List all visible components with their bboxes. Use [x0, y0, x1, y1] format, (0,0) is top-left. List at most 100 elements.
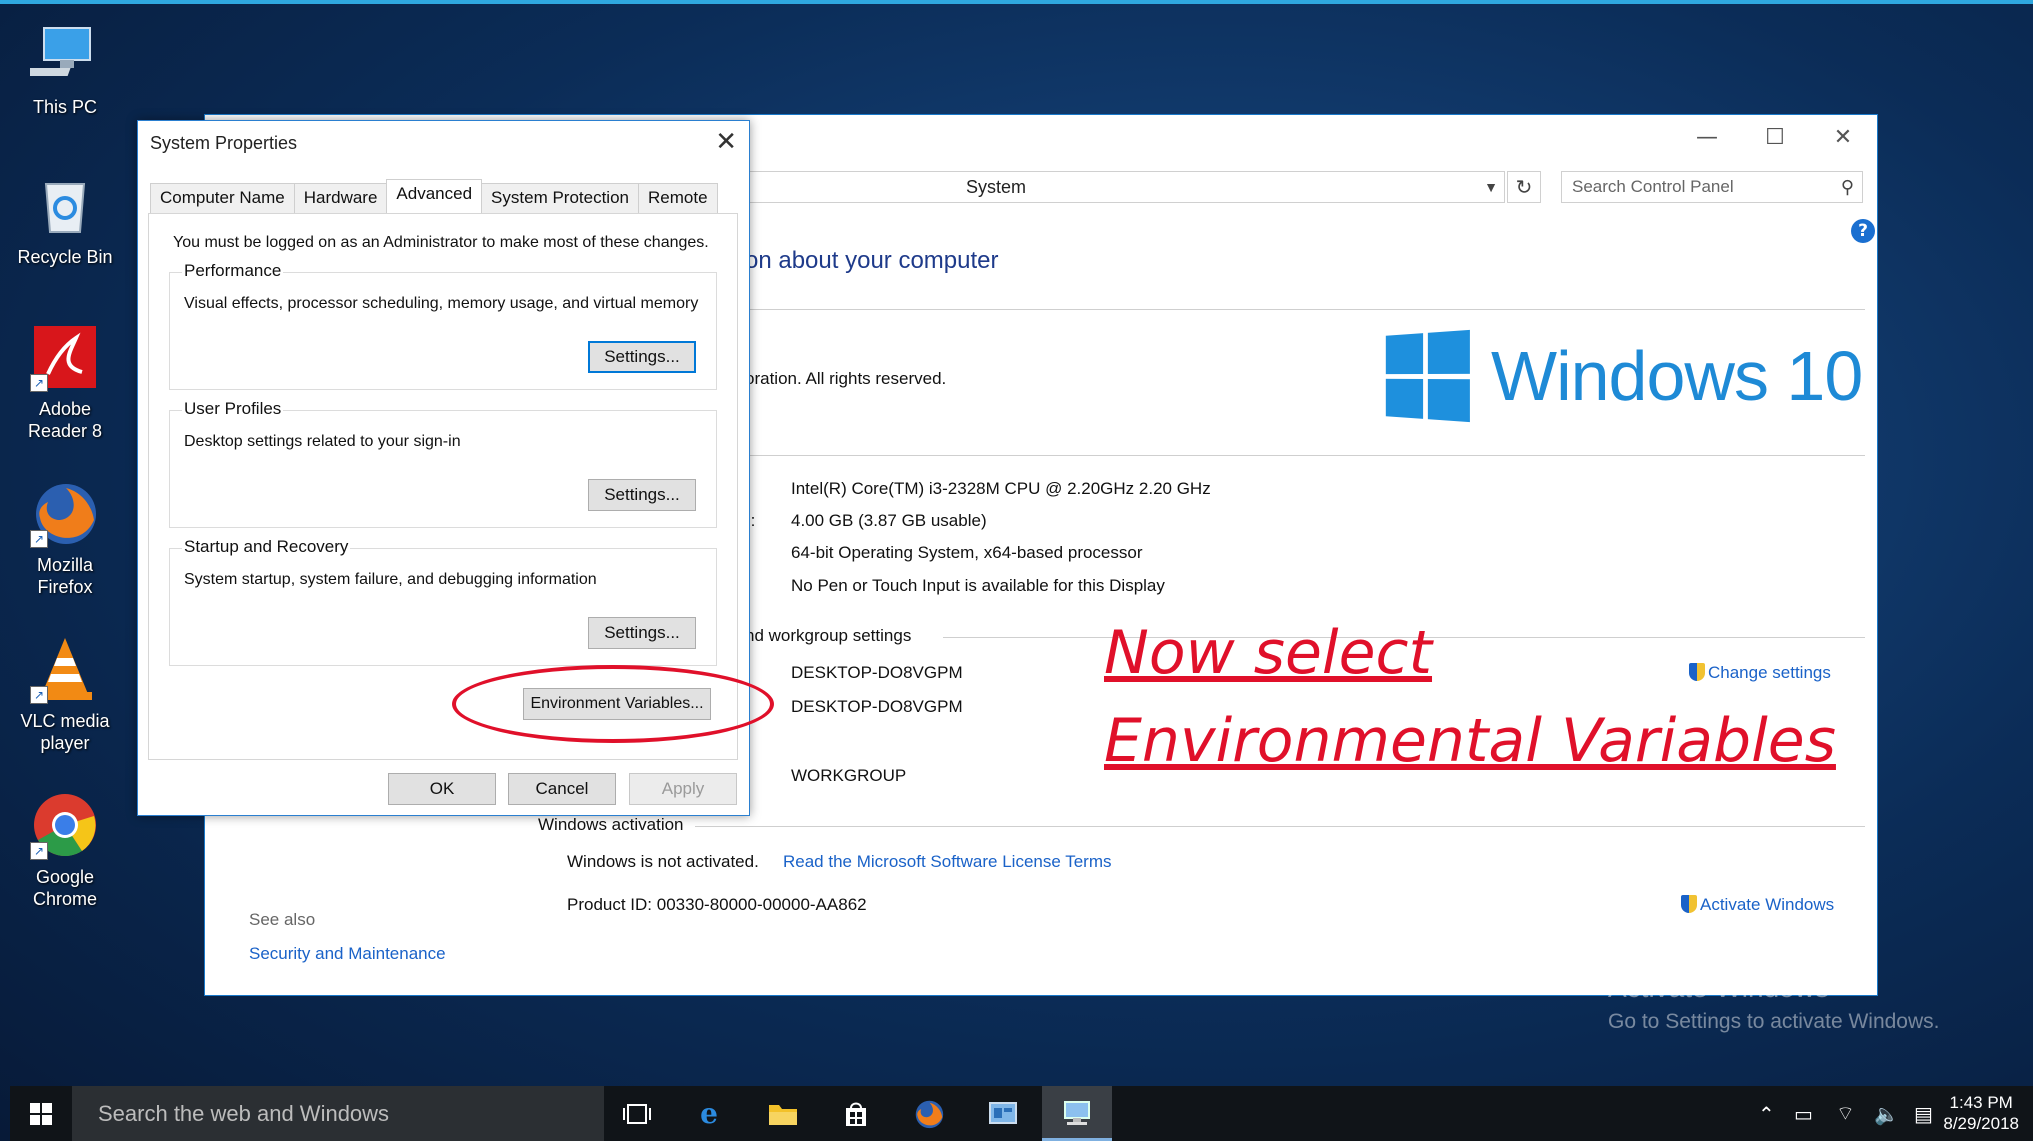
volume-icon[interactable]: 🔈	[1874, 1086, 1899, 1141]
startup-recovery-group: Startup and Recovery System startup, sys…	[169, 537, 717, 666]
taskbar-search-input[interactable]: Search the web and Windows	[72, 1086, 604, 1141]
tab-advanced[interactable]: Advanced	[386, 179, 483, 213]
user-profiles-group: User Profiles Desktop settings related t…	[169, 399, 717, 528]
performance-settings-button[interactable]: Settings...	[588, 341, 696, 373]
user-profiles-settings-button[interactable]: Settings...	[588, 479, 696, 511]
dialog-tabs: Computer Name Hardware Advanced System P…	[150, 179, 718, 213]
task-view-icon[interactable]	[602, 1086, 672, 1141]
shield-icon	[1689, 663, 1705, 681]
cancel-button[interactable]: Cancel	[508, 773, 616, 805]
user-profiles-title: User Profiles	[182, 399, 284, 419]
page-heading: on about your computer	[745, 247, 999, 274]
windows-logo-icon	[1385, 329, 1470, 423]
desktop-icon-label: Recycle Bin	[17, 247, 113, 267]
full-computer-name-value: DESKTOP-DO8VGPM	[791, 697, 963, 716]
maximize-icon[interactable]: ☐	[1741, 115, 1809, 159]
divider	[695, 826, 1865, 827]
desktop-icon-this-pc[interactable]: This PC	[10, 20, 120, 118]
control-panel-icon[interactable]	[968, 1086, 1038, 1141]
start-button[interactable]	[10, 1086, 72, 1141]
shortcut-arrow-icon: ↗	[30, 374, 48, 392]
chevron-down-icon[interactable]: ▼	[1484, 172, 1498, 202]
close-icon[interactable]: ✕	[715, 127, 737, 157]
desktop-icon-label: Google Chrome	[32, 867, 98, 909]
address-text: System	[966, 177, 1027, 197]
user-profiles-desc: Desktop settings related to your sign-in	[184, 433, 461, 450]
notifications-icon[interactable]: ▤	[1914, 1086, 1933, 1141]
tab-computer-name[interactable]: Computer Name	[150, 183, 295, 213]
product-id: Product ID: 00330-80000-00000-AA862	[567, 895, 867, 914]
license-terms-link[interactable]: Read the Microsoft Software License Term…	[783, 852, 1112, 872]
minimize-icon[interactable]: —	[1673, 115, 1741, 159]
red-highlight-circle	[452, 665, 774, 743]
taskbar: Search the web and Windows e ⌃ ▭ ⌔ 🔈 ▤ 1…	[10, 1086, 2033, 1141]
wifi-icon[interactable]: ⌔	[1836, 1086, 1855, 1141]
tab-hardware[interactable]: Hardware	[293, 183, 388, 213]
close-icon[interactable]: ✕	[1809, 115, 1877, 159]
change-settings-link[interactable]: Change settings	[1689, 663, 1831, 683]
chrome-icon: ↗	[30, 790, 100, 860]
search-control-panel-input[interactable]: Search Control Panel ⚲	[1561, 171, 1863, 203]
computer-name-value: DESKTOP-DO8VGPM	[791, 663, 963, 682]
divider	[745, 455, 1865, 456]
divider	[745, 309, 1865, 310]
edge-browser-icon[interactable]: e	[674, 1086, 744, 1141]
admin-note: You must be logged on as an Administrato…	[173, 234, 709, 251]
activation-watermark-title: Activate Windows	[1608, 972, 1829, 1003]
taskbar-clock[interactable]: 1:43 PM 8/29/2018	[1943, 1092, 2019, 1134]
computer-icon	[17, 20, 100, 90]
battery-icon[interactable]: ▭	[1794, 1086, 1813, 1141]
desktop-icon-recycle-bin[interactable]: Recycle Bin	[10, 170, 120, 268]
address-bar[interactable]: System ▼	[745, 171, 1505, 203]
workgroup-value: WORKGROUP	[791, 766, 907, 785]
system-properties-taskbar-icon[interactable]	[1042, 1086, 1112, 1141]
activation-section-title: Windows activation	[538, 815, 684, 834]
recycle-bin-icon	[30, 170, 100, 240]
file-explorer-icon[interactable]	[748, 1086, 818, 1141]
activation-watermark-subtitle: Go to Settings to activate Windows.	[1608, 1010, 1940, 1033]
firefox-icon: ↗	[30, 478, 100, 548]
copyright-text: oration. All rights reserved.	[745, 369, 947, 388]
activate-windows-link[interactable]: Activate Windows	[1681, 895, 1834, 915]
activation-status: Windows is not activated.	[567, 852, 759, 871]
workgroup-section-title: nd workgroup settings	[745, 626, 912, 645]
dialog-title: System Properties	[150, 133, 298, 153]
desktop-icon-vlc[interactable]: ↗ VLC media player	[10, 634, 120, 754]
performance-group: Performance Visual effects, processor sc…	[169, 261, 717, 390]
shortcut-arrow-icon: ↗	[30, 530, 48, 548]
window-controls: — ☐ ✕	[1673, 115, 1877, 159]
startup-recovery-settings-button[interactable]: Settings...	[588, 617, 696, 649]
security-maintenance-link[interactable]: Security and Maintenance	[249, 944, 446, 964]
windows-logo-text: Windows 10	[1491, 337, 1863, 415]
pen-touch-value: No Pen or Touch Input is available for t…	[791, 576, 1165, 595]
vlc-cone-icon: ↗	[30, 634, 100, 704]
shield-icon	[1681, 895, 1697, 913]
change-settings-label: Change settings	[1708, 663, 1831, 682]
clock-time: 1:43 PM	[1949, 1093, 2013, 1112]
desktop-icon-label: Mozilla Firefox	[36, 555, 93, 597]
ok-button[interactable]: OK	[388, 773, 496, 805]
performance-desc: Visual effects, processor scheduling, me…	[184, 295, 699, 312]
tab-system-protection[interactable]: System Protection	[481, 183, 639, 213]
ram-value: 4.00 GB (3.87 GB usable)	[791, 511, 987, 530]
windows-logo-icon	[30, 1102, 52, 1125]
desktop-icon-label: VLC media player	[20, 711, 110, 753]
firefox-taskbar-icon[interactable]	[894, 1086, 964, 1141]
tab-remote[interactable]: Remote	[638, 183, 718, 213]
clock-date: 8/29/2018	[1943, 1114, 2019, 1133]
annotation-line-2: Environmental Variables	[1104, 706, 1836, 776]
desktop-icon-label: Adobe Reader 8	[27, 399, 103, 441]
help-icon[interactable]: ?	[1851, 219, 1875, 243]
refresh-icon[interactable]: ↻	[1507, 171, 1541, 203]
processor-value: Intel(R) Core(TM) i3-2328M CPU @ 2.20GHz…	[791, 479, 1211, 498]
show-hidden-icons[interactable]: ⌃	[1758, 1086, 1775, 1141]
annotation-line-1: Now select	[1104, 618, 1433, 688]
desktop-icon-chrome[interactable]: ↗ Google Chrome	[10, 790, 120, 910]
desktop-icon-label: This PC	[32, 97, 97, 117]
startup-recovery-title: Startup and Recovery	[182, 537, 351, 557]
apply-button[interactable]: Apply	[629, 773, 737, 805]
desktop-icon-firefox[interactable]: ↗ Mozilla Firefox	[10, 478, 120, 598]
store-icon[interactable]	[821, 1086, 891, 1141]
desktop-icon-adobe-reader[interactable]: ↗ Adobe Reader 8	[10, 322, 120, 442]
performance-title: Performance	[182, 261, 284, 281]
